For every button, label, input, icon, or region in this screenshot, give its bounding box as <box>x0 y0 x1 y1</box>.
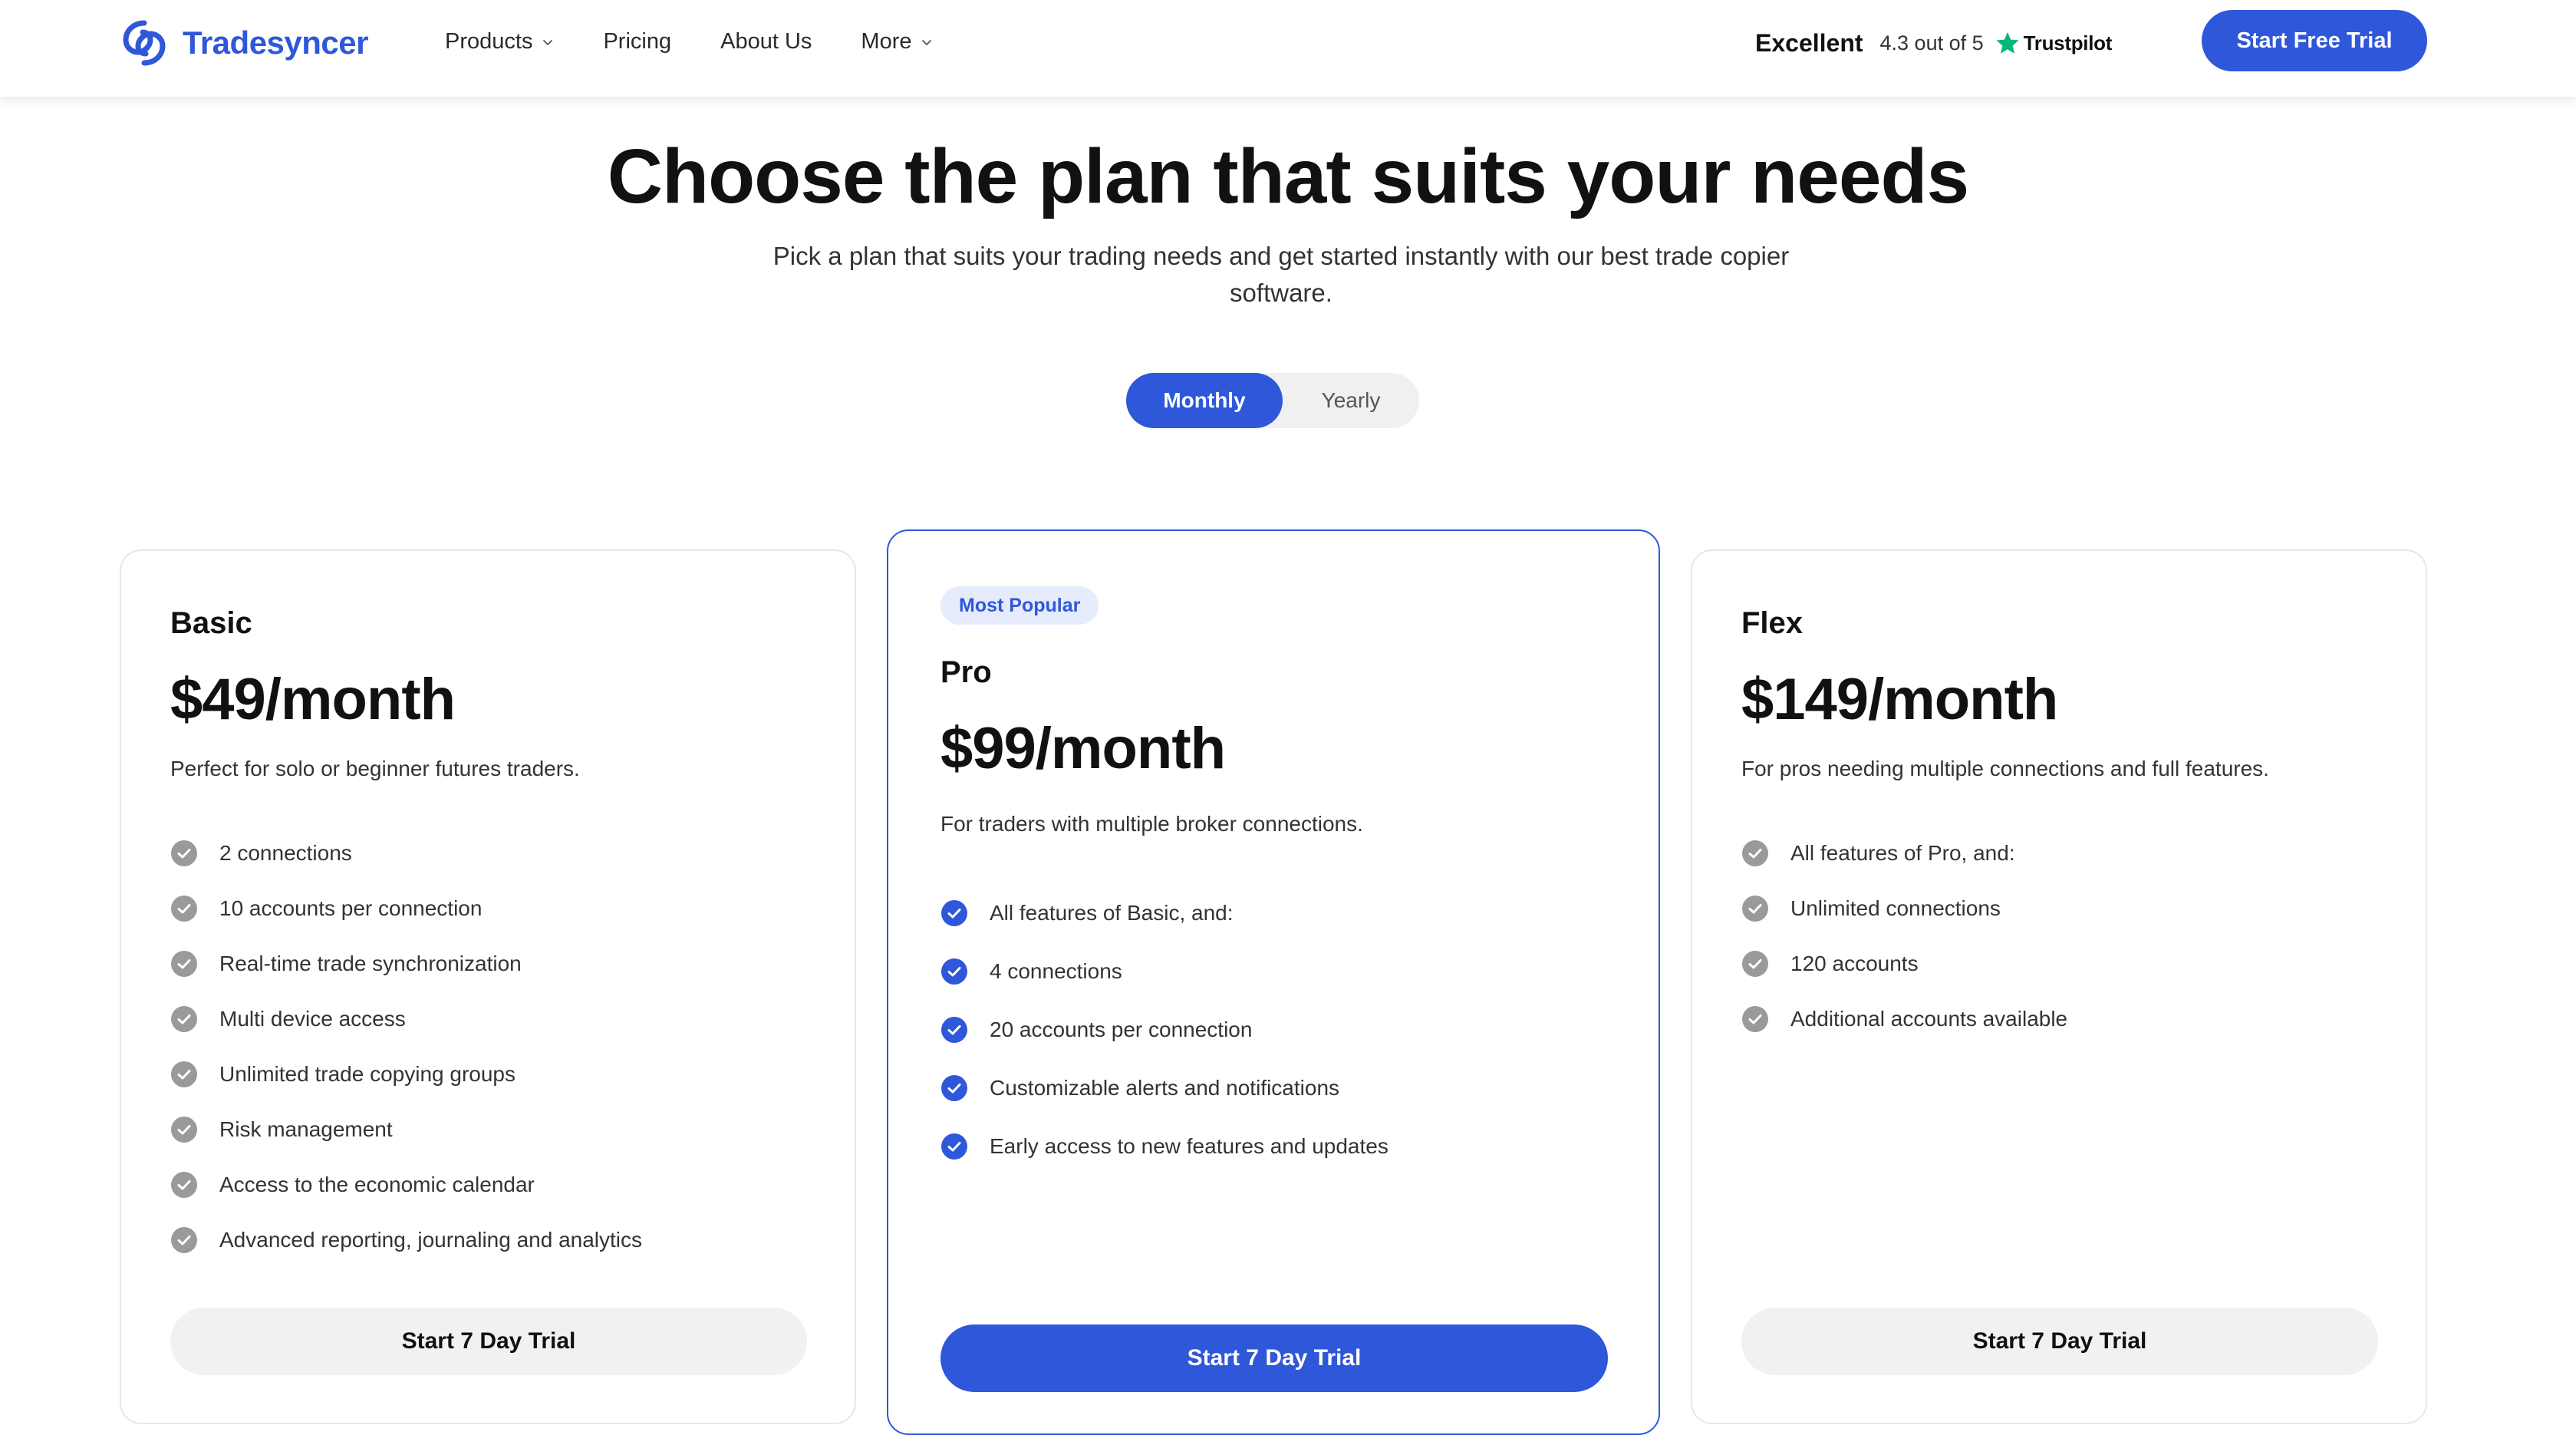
feature-item: All features of Pro, and: <box>1741 826 2067 881</box>
feature-list: All features of Pro, and: Unlimited conn… <box>1741 826 2067 1047</box>
tradesyncer-logo-icon <box>123 20 166 66</box>
plan-price: $49/month <box>170 667 456 732</box>
check-circle-blue-icon <box>941 1133 967 1160</box>
page-title: Choose the plan that suits your needs <box>607 134 1969 219</box>
feature-text: 120 accounts <box>1790 952 1919 975</box>
feature-item: Additional accounts available <box>1741 991 2067 1047</box>
start-trial-button-flex[interactable]: Start 7 Day Trial <box>1741 1308 2378 1375</box>
plan-card-flex: Flex $149/month For pros needing multipl… <box>1691 549 2427 1424</box>
feature-item: Customizable alerts and notifications <box>940 1059 1388 1117</box>
plan-name: Flex <box>1741 606 1804 640</box>
feature-item: Advanced reporting, journaling and analy… <box>170 1212 642 1268</box>
rating-score: 4.3 out of 5 <box>1879 31 1984 54</box>
chevron-down-icon <box>543 40 553 45</box>
feature-item: 120 accounts <box>1741 936 2067 991</box>
page-subtitle: Pick a plan that suits your trading need… <box>772 242 1790 307</box>
feature-text: Unlimited trade copying groups <box>219 1062 516 1086</box>
feature-text: 20 accounts per connection <box>990 1018 1253 1041</box>
check-circle-blue-icon <box>941 1017 967 1043</box>
plan-card-basic: Basic $49/month Perfect for solo or begi… <box>120 549 856 1424</box>
feature-item: Unlimited trade copying groups <box>170 1047 642 1102</box>
nav-item-label: Products <box>445 28 533 54</box>
check-circle-gray-icon <box>171 1172 197 1198</box>
plan-description: For traders with multiple broker connect… <box>940 812 1363 836</box>
plan-card-pro: Most Popular Pro $99/month For traders w… <box>887 529 1660 1435</box>
plan-name: Basic <box>170 606 252 640</box>
feature-text: Additional accounts available <box>1790 1007 2068 1031</box>
feature-text: 4 connections <box>990 959 1122 983</box>
feature-text: Access to the economic calendar <box>219 1173 535 1196</box>
feature-text: Real-time trade synchronization <box>219 952 522 975</box>
feature-item: Early access to new features and updates <box>940 1117 1388 1176</box>
feature-text: Early access to new features and updates <box>990 1134 1388 1158</box>
nav-item-label: More <box>861 28 912 54</box>
feature-text: 2 connections <box>219 841 352 865</box>
toggle-monthly[interactable]: Monthly <box>1126 373 1283 428</box>
feature-item: 20 accounts per connection <box>940 1001 1388 1059</box>
most-popular-badge: Most Popular <box>940 586 1099 625</box>
feature-item: Unlimited connections <box>1741 881 2067 936</box>
check-circle-blue-icon <box>941 958 967 985</box>
check-circle-gray-icon <box>171 840 197 866</box>
trustpilot-name: Trustpilot <box>2023 31 2113 54</box>
feature-item: Multi device access <box>170 991 642 1047</box>
feature-item: All features of Basic, and: <box>940 884 1388 942</box>
brand-name: Tradesyncer <box>183 25 369 61</box>
nav-item-label: Pricing <box>603 28 672 54</box>
feature-text: Advanced reporting, journaling and analy… <box>219 1228 643 1252</box>
plan-price: $99/month <box>940 716 1226 781</box>
nav-item-products[interactable]: Products <box>445 29 554 54</box>
feature-list: All features of Basic, and: 4 connection… <box>940 884 1388 1176</box>
nav-item-more[interactable]: More <box>861 29 933 54</box>
check-circle-gray-icon <box>1742 1006 1768 1032</box>
feature-item: 2 connections <box>170 826 642 881</box>
check-circle-gray-icon <box>171 896 197 922</box>
start-trial-button-basic[interactable]: Start 7 Day Trial <box>170 1308 807 1375</box>
start-trial-button-pro[interactable]: Start 7 Day Trial <box>940 1324 1608 1392</box>
nav-item-label: About Us <box>720 28 812 54</box>
check-circle-gray-icon <box>1742 896 1768 922</box>
check-circle-gray-icon <box>1742 840 1768 866</box>
trustpilot-rating[interactable]: Excellent 4.3 out of 5 Trustpilot <box>1755 0 2112 86</box>
feature-item: Risk management <box>170 1102 642 1157</box>
check-circle-gray-icon <box>171 1227 197 1253</box>
rating-label: Excellent <box>1755 28 1863 57</box>
start-free-trial-button[interactable]: Start Free Trial <box>2202 10 2427 71</box>
chevron-down-icon <box>922 40 932 45</box>
check-circle-blue-icon <box>941 1075 967 1101</box>
plan-description: Perfect for solo or beginner futures tra… <box>170 757 580 780</box>
check-circle-blue-icon <box>941 900 967 926</box>
main-nav: Products Pricing About Us More <box>445 0 982 83</box>
check-circle-gray-icon <box>1742 951 1768 977</box>
feature-text: All features of Basic, and: <box>990 901 1234 925</box>
nav-item-about-us[interactable]: About Us <box>720 29 812 54</box>
plan-name: Pro <box>940 655 992 689</box>
feature-item: 10 accounts per connection <box>170 881 642 936</box>
plan-description: For pros needing multiple connections an… <box>1741 757 2269 780</box>
check-circle-gray-icon <box>171 1061 197 1087</box>
feature-text: Risk management <box>219 1117 393 1141</box>
feature-text: All features of Pro, and: <box>1790 841 2015 865</box>
feature-text: Multi device access <box>219 1007 406 1031</box>
site-header: Tradesyncer Products Pricing About Us Mo… <box>0 0 2576 97</box>
feature-item: Access to the economic calendar <box>170 1157 642 1212</box>
toggle-yearly[interactable]: Yearly <box>1283 373 1419 428</box>
feature-item: 4 connections <box>940 942 1388 1001</box>
feature-list: 2 connections 10 accounts per connection… <box>170 826 642 1268</box>
check-circle-gray-icon <box>171 951 197 977</box>
plan-price: $149/month <box>1741 667 2058 732</box>
feature-text: Customizable alerts and notifications <box>990 1076 1340 1100</box>
feature-text: Unlimited connections <box>1790 896 2001 920</box>
feature-item: Real-time trade synchronization <box>170 936 642 991</box>
check-circle-gray-icon <box>171 1006 197 1032</box>
billing-toggle: Monthly Yearly <box>1126 373 1419 428</box>
logo-link[interactable]: Tradesyncer <box>117 15 369 71</box>
check-circle-gray-icon <box>171 1117 197 1143</box>
nav-item-pricing[interactable]: Pricing <box>603 29 671 54</box>
feature-text: 10 accounts per connection <box>219 896 483 920</box>
trustpilot-star-icon <box>1996 31 2019 54</box>
